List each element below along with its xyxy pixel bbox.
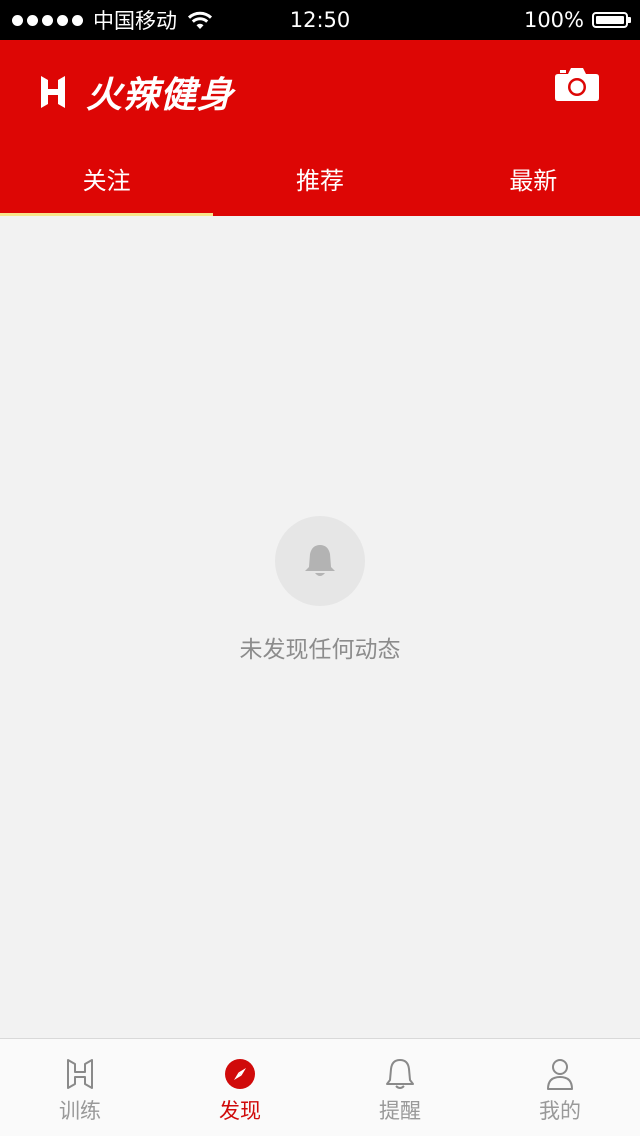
tabbar-label: 我的 <box>539 1099 581 1123</box>
empty-state: 未发现任何动态 <box>0 516 640 664</box>
tabbar-item-discover[interactable]: 发现 <box>160 1039 320 1136</box>
tab-latest[interactable]: 最新 <box>427 140 640 216</box>
tab-recommended[interactable]: 推荐 <box>213 140 426 216</box>
app-name: 火辣健身 <box>86 75 235 116</box>
tab-following[interactable]: 关注 <box>0 140 214 216</box>
battery-percent: 100% <box>523 8 584 32</box>
tabbar-item-training[interactable]: 训练 <box>0 1039 160 1136</box>
camera-icon <box>555 68 599 101</box>
feed-tabs: 关注 推荐 最新 <box>0 140 640 216</box>
signal-strength-icon <box>12 14 83 26</box>
empty-state-icon-circle <box>275 516 365 606</box>
tabbar-label: 训练 <box>59 1099 101 1123</box>
compass-icon <box>225 1059 255 1089</box>
training-logo-icon <box>67 1059 93 1089</box>
carrier-name: 中国移动 <box>93 9 177 33</box>
tabbar-item-reminders[interactable]: 提醒 <box>320 1039 480 1136</box>
app-header: 火辣健身 关注 推荐 最新 <box>0 40 640 216</box>
tab-label: 关注 <box>82 166 131 195</box>
app-logo: 火辣健身 <box>38 66 234 118</box>
status-bar: 中国移动 12:50 100% <box>0 0 640 40</box>
tabbar-label: 发现 <box>219 1099 261 1123</box>
logo-mark-icon <box>41 76 65 108</box>
wifi-icon <box>187 10 213 30</box>
bell-icon <box>305 545 335 576</box>
bell-icon <box>386 1059 414 1089</box>
empty-state-message: 未发现任何动态 <box>239 637 401 663</box>
tabbar-label: 提醒 <box>379 1099 421 1123</box>
bottom-tab-bar: 训练 发现 提醒 我的 <box>0 1038 640 1136</box>
tab-label: 最新 <box>509 166 558 195</box>
battery-icon <box>592 12 631 28</box>
tabbar-item-profile[interactable]: 我的 <box>480 1039 640 1136</box>
tab-label: 推荐 <box>295 166 344 195</box>
user-icon <box>547 1059 573 1090</box>
camera-button[interactable] <box>554 64 600 104</box>
